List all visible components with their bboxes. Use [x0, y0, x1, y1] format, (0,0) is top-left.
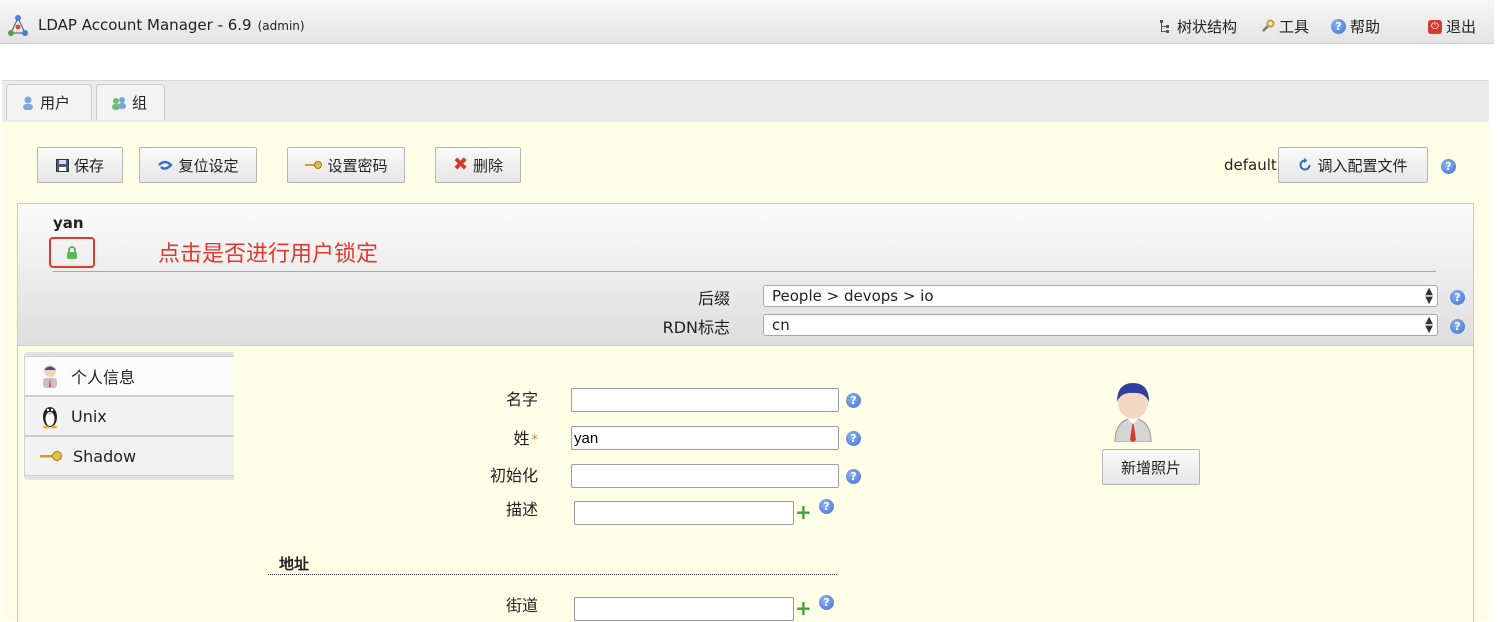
- add-description-plus-icon[interactable]: +: [795, 502, 812, 522]
- tree-view-label: 树状结构: [1177, 18, 1238, 36]
- module-unix[interactable]: Unix: [24, 396, 234, 436]
- suffix-select[interactable]: People > devops > io ▲ ▼: [763, 285, 1438, 307]
- tab-groups[interactable]: 组: [96, 84, 165, 120]
- profile-name: default: [1224, 156, 1277, 174]
- tab-groups-label: 组: [132, 94, 148, 112]
- description-label: 描述: [505, 500, 538, 519]
- address-divider: [268, 574, 837, 575]
- tree-icon: [1160, 20, 1169, 33]
- first-name-input[interactable]: [571, 388, 839, 412]
- help-icon-suffix[interactable]: ?: [1450, 290, 1465, 305]
- help-icon-last-name[interactable]: ?: [846, 431, 861, 446]
- save-button[interactable]: 保存: [37, 147, 123, 183]
- key-icon: [305, 161, 323, 169]
- module-shadow[interactable]: Shadow: [24, 436, 234, 476]
- unlock-icon: [67, 245, 77, 259]
- delete-x-icon: ✖: [452, 154, 469, 175]
- lock-annotation: 点击是否进行用户锁定: [158, 242, 379, 267]
- module-personal[interactable]: 个人信息: [24, 356, 234, 396]
- street-input[interactable]: [574, 597, 794, 621]
- account-lock-toggle[interactable]: [49, 237, 95, 268]
- initials-input[interactable]: [571, 464, 839, 488]
- power-icon: ⏻: [1428, 19, 1442, 34]
- street-label: 街道: [505, 596, 538, 615]
- select-arrows-icon: ▲ ▼: [1425, 315, 1433, 335]
- address-heading: 地址: [279, 555, 310, 573]
- help-link[interactable]: ? 帮助: [1331, 16, 1380, 37]
- app-title-text: LDAP Account Manager - 6.9: [38, 16, 252, 34]
- set-password-button[interactable]: 设置密码: [287, 147, 405, 183]
- suffix-label: 后缀: [697, 289, 730, 308]
- refresh-icon: [1300, 158, 1311, 171]
- user-icon: [23, 96, 33, 110]
- avatar-placeholder-icon: [1114, 383, 1152, 442]
- select-arrows-icon: ▲ ▼: [1425, 286, 1433, 306]
- group-icon: [112, 96, 126, 110]
- penguin-icon: [43, 407, 57, 429]
- help-icon-description[interactable]: ?: [819, 499, 834, 514]
- suffix-value: People > devops > io: [772, 287, 934, 305]
- reset-button[interactable]: 复位设定: [139, 147, 257, 183]
- add-photo-label: 新增照片: [1120, 458, 1181, 477]
- help-icon-first-name[interactable]: ?: [846, 393, 861, 408]
- undo-arrow-icon: [158, 160, 174, 170]
- load-profile-label: 调入配置文件: [1317, 156, 1408, 175]
- add-street-plus-icon[interactable]: +: [795, 598, 812, 618]
- tree-view-link[interactable]: 树状结构: [1158, 16, 1237, 37]
- last-name-label-wrap: 姓 *: [440, 425, 538, 449]
- module-shadow-label: Shadow: [73, 446, 137, 466]
- delete-button[interactable]: ✖ 删除: [435, 147, 521, 183]
- help-icon-street[interactable]: ?: [819, 595, 834, 610]
- user-role: (admin): [257, 19, 305, 33]
- initials-label: 初始化: [489, 466, 538, 485]
- last-name-label: 姓: [513, 429, 530, 448]
- required-marker: *: [531, 433, 539, 448]
- rdn-select[interactable]: cn ▲ ▼: [763, 314, 1438, 336]
- help-icon-profile[interactable]: ?: [1441, 159, 1456, 174]
- floppy-disk-icon: [55, 158, 69, 172]
- person-icon: [43, 365, 57, 388]
- help-icon: ?: [1331, 19, 1346, 34]
- set-password-label: 设置密码: [327, 156, 388, 175]
- tab-users-label: 用户: [40, 94, 71, 112]
- delete-label: 删除: [473, 156, 504, 175]
- module-unix-label: Unix: [71, 406, 107, 426]
- load-profile-button[interactable]: 调入配置文件: [1278, 147, 1428, 183]
- help-icon-rdn[interactable]: ?: [1450, 319, 1465, 334]
- tools-label: 工具: [1279, 18, 1310, 36]
- help-label: 帮助: [1350, 18, 1381, 36]
- wrench-icon: [1262, 19, 1275, 32]
- help-icon-initials[interactable]: ?: [846, 469, 861, 484]
- tab-bar: [2, 80, 1489, 124]
- app-title: LDAP Account Manager - 6.9 (admin): [38, 16, 305, 34]
- rdn-value: cn: [772, 316, 790, 334]
- account-name: yan: [53, 214, 84, 232]
- logout-label: 退出: [1446, 18, 1477, 36]
- last-name-input[interactable]: [571, 426, 839, 450]
- module-personal-label: 个人信息: [71, 368, 136, 387]
- reset-label: 复位设定: [178, 156, 239, 175]
- save-label: 保存: [73, 156, 104, 175]
- tab-users[interactable]: 用户: [6, 84, 92, 120]
- tools-link[interactable]: 工具: [1260, 16, 1309, 37]
- lam-logo-icon: [8, 15, 28, 36]
- first-name-label: 名字: [505, 390, 538, 409]
- logout-link[interactable]: ⏻ 退出: [1428, 16, 1476, 37]
- key-icon: [40, 451, 62, 461]
- rdn-label: RDN标志: [662, 318, 730, 337]
- header-divider: [53, 271, 1436, 272]
- description-input[interactable]: [574, 501, 794, 525]
- add-photo-button[interactable]: 新增照片: [1102, 449, 1200, 485]
